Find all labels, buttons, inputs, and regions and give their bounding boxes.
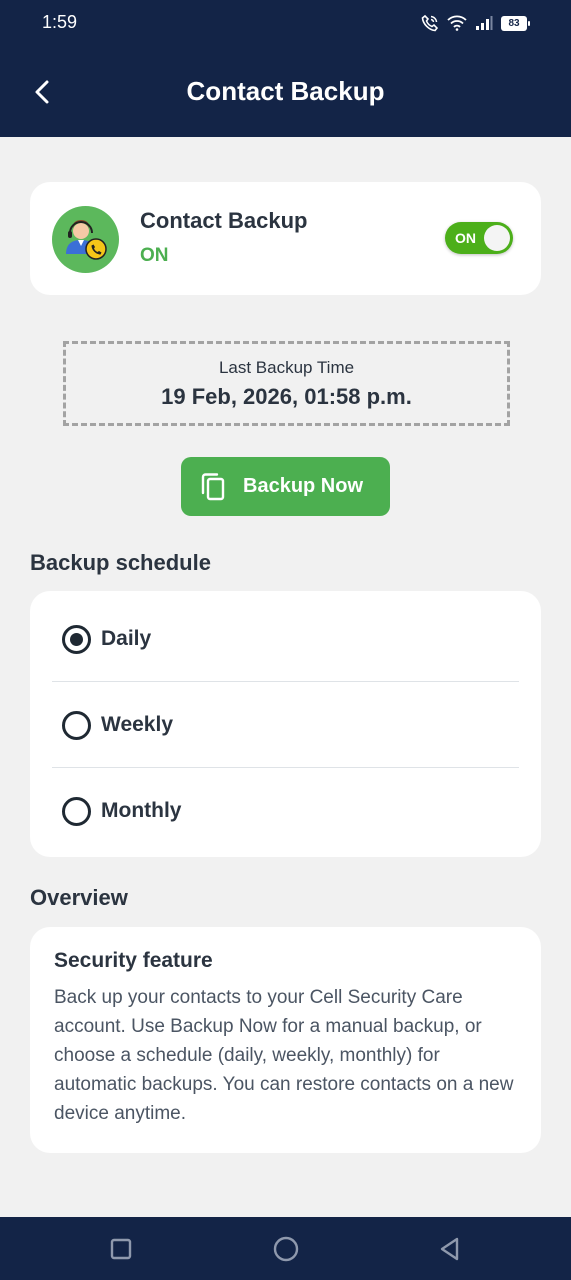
recent-apps-button[interactable] xyxy=(103,1231,139,1267)
contact-avatar-phone-icon xyxy=(52,206,119,273)
nav-back-button[interactable] xyxy=(432,1231,468,1267)
option-label: Monthly xyxy=(101,799,182,822)
last-backup-value: 19 Feb, 2026, 01:58 p.m. xyxy=(161,384,412,409)
backup-toggle-card: Contact Backup ON ON xyxy=(30,182,541,295)
last-backup-label: Last Backup Time xyxy=(218,358,355,377)
schedule-option-monthly[interactable]: Monthly xyxy=(52,768,519,854)
schedule-card: Daily Weekly Monthly xyxy=(30,591,541,857)
radio-daily[interactable] xyxy=(62,624,91,654)
page-title: Contact Backup xyxy=(186,76,385,106)
schedule-heading: Backup schedule xyxy=(30,550,211,575)
system-nav-bar xyxy=(0,1217,571,1280)
home-button[interactable] xyxy=(268,1231,304,1267)
option-label: Daily xyxy=(101,627,152,650)
overview-title: Security feature xyxy=(54,949,213,972)
back-icon xyxy=(440,1237,459,1261)
backup-now-button[interactable]: Backup Now xyxy=(181,457,390,516)
wifi-call-icon xyxy=(421,14,439,32)
home-icon xyxy=(273,1236,299,1262)
option-label: Weekly xyxy=(101,713,173,736)
status-icons: 83 xyxy=(421,12,530,34)
battery-icon: 83 xyxy=(501,15,530,31)
schedule-option-weekly[interactable]: Weekly xyxy=(52,682,519,768)
overview-heading: Overview xyxy=(30,885,128,910)
overview-text: Back up your contacts to your Cell Secur… xyxy=(54,987,514,1124)
wifi-icon xyxy=(447,15,467,31)
status-time: 1:59 xyxy=(42,12,78,32)
switch-label: ON xyxy=(455,230,476,246)
last-backup-box: Last Backup Time 19 Feb, 2026, 01:58 p.m… xyxy=(63,341,510,426)
recent-apps-icon xyxy=(110,1238,132,1260)
radio-selected-dot xyxy=(70,632,83,646)
signal-icon xyxy=(476,16,493,30)
schedule-option-daily[interactable]: Daily xyxy=(52,596,519,682)
app-bar: Contact Backup xyxy=(0,46,571,137)
backup-toggle-title: Contact Backup xyxy=(140,208,308,233)
backup-now-label: Backup Now xyxy=(243,475,364,497)
copy-icon xyxy=(201,472,225,500)
radio-monthly[interactable] xyxy=(62,796,91,826)
status-bar: 1:59 83 xyxy=(0,0,571,46)
radio-weekly[interactable] xyxy=(62,710,91,740)
switch-knob xyxy=(484,225,510,251)
backup-toggle-switch[interactable]: ON xyxy=(445,222,513,254)
backup-status-text: ON xyxy=(140,245,169,266)
overview-card: Security feature Back up your contacts t… xyxy=(30,927,541,1153)
